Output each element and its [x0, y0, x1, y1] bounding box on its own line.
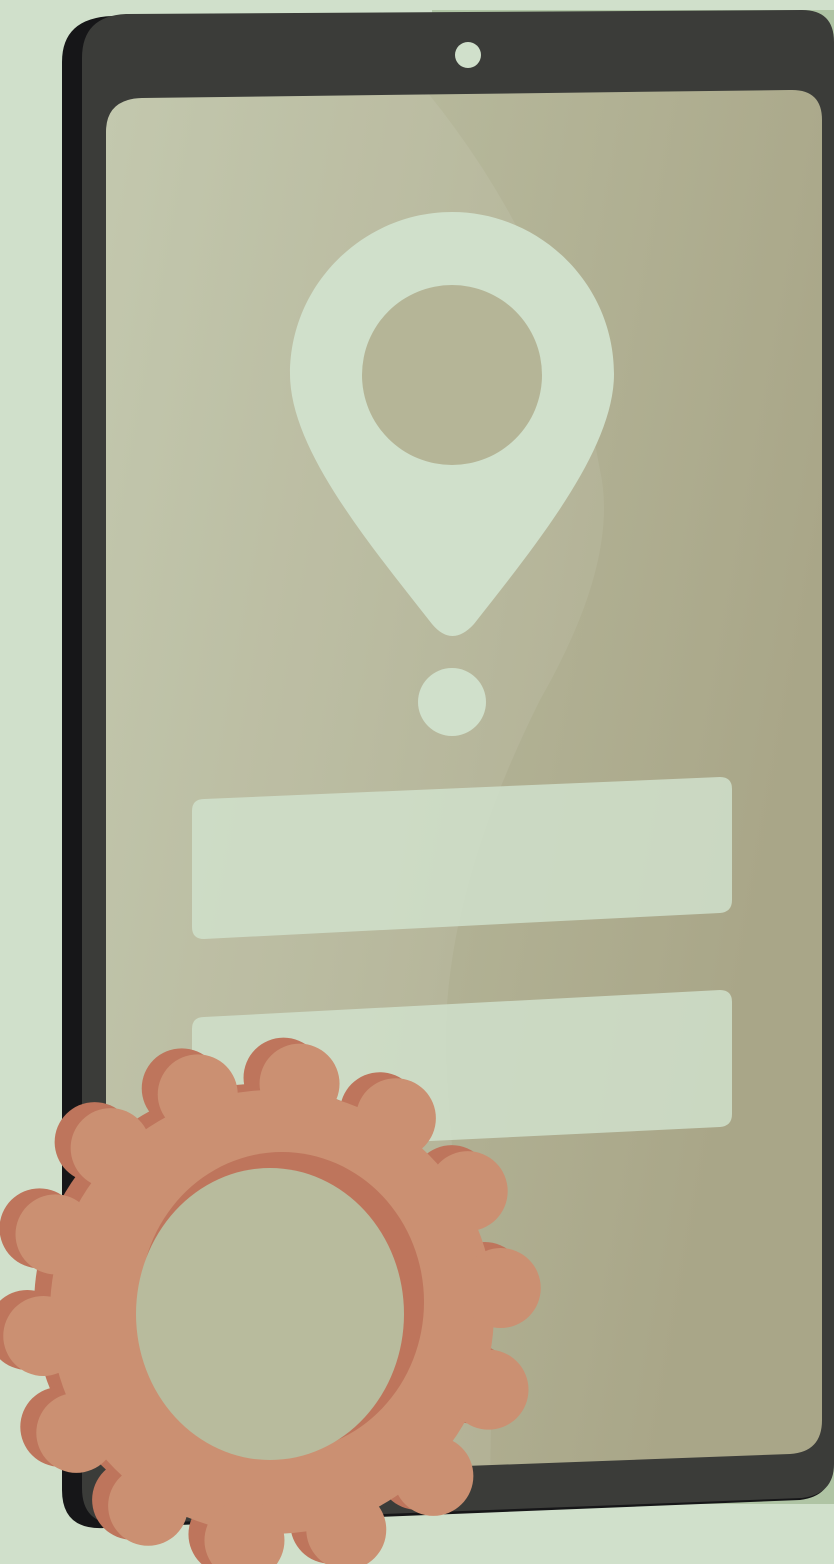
gear-hole [136, 1168, 404, 1460]
gear-tooth [3, 1295, 84, 1376]
gear-tooth [355, 1078, 436, 1159]
gear-tooth [259, 1043, 340, 1124]
camera-icon [455, 42, 481, 68]
gear-tooth [460, 1248, 541, 1329]
gear-tooth [70, 1108, 151, 1189]
location-dot [418, 668, 486, 736]
gear-tooth [36, 1392, 117, 1473]
gear-tooth [448, 1349, 529, 1430]
gear-tooth [108, 1465, 189, 1546]
gear-tooth [157, 1054, 238, 1135]
gear-tooth [393, 1435, 474, 1516]
location-pin-hole [362, 285, 542, 465]
gear-tooth [15, 1194, 96, 1275]
gear-tooth [427, 1151, 508, 1232]
text-field-1[interactable] [192, 777, 732, 939]
location-app-illustration [0, 10, 834, 1564]
